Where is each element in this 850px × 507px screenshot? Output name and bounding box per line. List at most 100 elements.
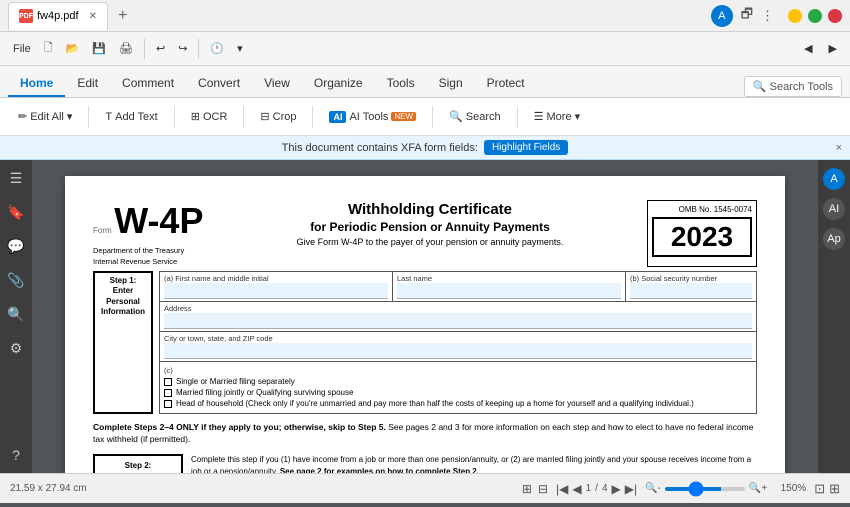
- last-name-input[interactable]: [397, 283, 621, 299]
- more-btn[interactable]: ☰ More ▾: [526, 107, 588, 126]
- address-input[interactable]: [164, 313, 752, 329]
- step2-box: Step 2: Income From a Job and/or Multipl…: [93, 454, 183, 473]
- zoom-in-icon[interactable]: 🔍+: [749, 483, 767, 494]
- search-tools-btn[interactable]: 🔍 Search Tools: [744, 76, 842, 97]
- tab-comment[interactable]: Comment: [110, 71, 186, 97]
- omb-box: OMB No. 1545-0074 2023: [647, 200, 757, 267]
- last-page-btn[interactable]: ▶|: [625, 482, 637, 496]
- total-pages: 4: [602, 483, 608, 494]
- page-navigation: |◀ ◀ 1 / 4 ▶ ▶|: [556, 482, 637, 496]
- city-input[interactable]: [164, 343, 752, 359]
- first-name-input[interactable]: [164, 283, 388, 299]
- zoom-out-icon[interactable]: 🔍-: [645, 483, 661, 494]
- fit-width-icon[interactable]: ⊟: [538, 482, 548, 496]
- add-text-btn[interactable]: T Add Text: [97, 108, 165, 126]
- tab-organize[interactable]: Organize: [302, 71, 375, 97]
- sep-5: [432, 106, 433, 128]
- sidebar-item-help[interactable]: ?: [6, 445, 26, 465]
- main-area: ☰ 🔖 💬 📎 🔍 ⚙ ? Form W-4P Department of th…: [0, 160, 850, 473]
- married-joint-checkbox[interactable]: [164, 389, 172, 397]
- tab-home[interactable]: Home: [8, 71, 65, 97]
- new-file-btn[interactable]: 🗋: [39, 37, 58, 60]
- redo-btn[interactable]: ↪: [173, 40, 192, 57]
- ai-icon[interactable]: AI: [823, 198, 845, 220]
- tab-sign[interactable]: Sign: [427, 71, 475, 97]
- sidebar-item-settings[interactable]: ⚙: [6, 338, 26, 358]
- filing-married-joint-row: Married filing jointly or Qualifying sur…: [164, 388, 752, 397]
- pdf-viewer[interactable]: Form W-4P Department of the Treasury Int…: [32, 160, 818, 473]
- form-title-area: Withholding Certificate for Periodic Pen…: [223, 200, 637, 267]
- sidebar-item-bookmark[interactable]: 🔖: [6, 202, 26, 222]
- ap-icon[interactable]: Ap: [823, 228, 845, 250]
- zoom-slider[interactable]: [665, 487, 745, 491]
- menu-icon[interactable]: ⋮: [761, 8, 774, 24]
- tab-convert[interactable]: Convert: [186, 71, 252, 97]
- single-checkbox[interactable]: [164, 378, 172, 386]
- crop-btn[interactable]: ⊟ Crop: [252, 107, 304, 126]
- hoh-checkbox[interactable]: [164, 400, 172, 408]
- user-profile-icon[interactable]: A: [711, 5, 733, 27]
- tab-edit[interactable]: Edit: [65, 71, 110, 97]
- left-sidebar: ☰ 🔖 💬 📎 🔍 ⚙ ?: [0, 160, 32, 473]
- step1-section: Step 1: Enter Personal Information (a) F…: [93, 271, 757, 414]
- edit-all-btn[interactable]: ✏ Edit All ▾: [10, 107, 80, 126]
- maximize-btn[interactable]: [808, 9, 822, 23]
- history-btn[interactable]: 🕐: [205, 40, 229, 57]
- new-tab-btn[interactable]: +: [118, 7, 127, 25]
- city-row: City or town, state, and ZIP code: [159, 331, 757, 361]
- continuous-icon[interactable]: ⊞: [829, 481, 840, 497]
- titlebar-right: A 🗗 ⋮: [711, 5, 842, 27]
- ribbon-right: 🔍 Search Tools: [744, 76, 842, 97]
- filing-hoh-row: Head of household (Check only if you're …: [164, 399, 752, 408]
- print-btn[interactable]: 🖨: [114, 40, 138, 57]
- ai-tools-btn[interactable]: AI AI Tools NEW: [321, 108, 424, 126]
- close-btn[interactable]: [828, 9, 842, 23]
- form-name-label: Form W-4P: [93, 200, 213, 242]
- xfa-banner: This document contains XFA form fields: …: [0, 136, 850, 160]
- step1-fields: (a) First name and middle initial Last n…: [159, 271, 757, 414]
- sidebar-item-menu[interactable]: ☰: [6, 168, 26, 188]
- dropdown-btn[interactable]: ▾: [232, 40, 248, 57]
- sidebar-item-comment[interactable]: 💬: [6, 236, 26, 256]
- file-btn[interactable]: File: [8, 41, 36, 57]
- fit-page-icon[interactable]: ⊞: [522, 482, 532, 496]
- highlight-fields-btn[interactable]: Highlight Fields: [484, 140, 568, 155]
- ssn-input[interactable]: [630, 283, 752, 299]
- dept-label: Department of the Treasury Internal Reve…: [93, 246, 213, 267]
- undo-btn[interactable]: ↩: [151, 40, 170, 57]
- single-page-icon[interactable]: ⊡: [814, 481, 825, 497]
- tab-view[interactable]: View: [252, 71, 302, 97]
- edit-all-caret: ▾: [67, 110, 73, 123]
- step2-content: Complete this step if you (1) have incom…: [191, 454, 757, 473]
- new-badge: NEW: [391, 112, 416, 121]
- tab-protect[interactable]: Protect: [475, 71, 537, 97]
- ocr-btn[interactable]: ⊞ OCR: [183, 107, 236, 126]
- right-sidebar: A AI Ap: [818, 160, 850, 473]
- step2-section: Step 2: Income From a Job and/or Multipl…: [93, 454, 757, 473]
- user-icon[interactable]: A: [823, 168, 845, 190]
- tab-close-btn[interactable]: ✕: [89, 11, 97, 22]
- current-page: 1: [586, 483, 592, 494]
- status-right: ⊞ ⊟ |◀ ◀ 1 / 4 ▶ ▶| 🔍- 🔍+ 150% ⊡ ⊞: [522, 481, 840, 497]
- restore-icon[interactable]: 🗗: [741, 5, 753, 27]
- view-mode-icons: ⊡ ⊞: [814, 481, 840, 497]
- sidebar-item-search[interactable]: 🔍: [6, 304, 26, 324]
- pdf-tab[interactable]: PDF fw4p.pdf ✕: [8, 2, 108, 30]
- first-name-cell: (a) First name and middle initial: [160, 272, 393, 301]
- pdf-tab-icon: PDF: [19, 9, 33, 23]
- nav-forward-btn[interactable]: ▶: [824, 40, 842, 57]
- minimize-btn[interactable]: [788, 9, 802, 23]
- search-btn[interactable]: 🔍 Search: [441, 107, 509, 126]
- tab-tools[interactable]: Tools: [375, 71, 427, 97]
- save-btn[interactable]: 💾: [87, 40, 111, 57]
- open-btn[interactable]: 📂: [61, 40, 85, 57]
- sep2: [198, 39, 199, 59]
- nav-back-btn[interactable]: ◀: [799, 40, 817, 57]
- sidebar-item-attachment[interactable]: 📎: [6, 270, 26, 290]
- next-page-btn[interactable]: ▶: [612, 482, 621, 496]
- first-page-btn[interactable]: |◀: [556, 482, 568, 496]
- edit-icon: ✏: [18, 110, 27, 123]
- prev-page-btn[interactable]: ◀: [572, 482, 581, 496]
- file-ops-group: File 🗋 📂 💾 🖨 ↩ ↪ 🕐 ▾: [8, 37, 248, 60]
- xfa-close-btn[interactable]: ×: [836, 142, 842, 154]
